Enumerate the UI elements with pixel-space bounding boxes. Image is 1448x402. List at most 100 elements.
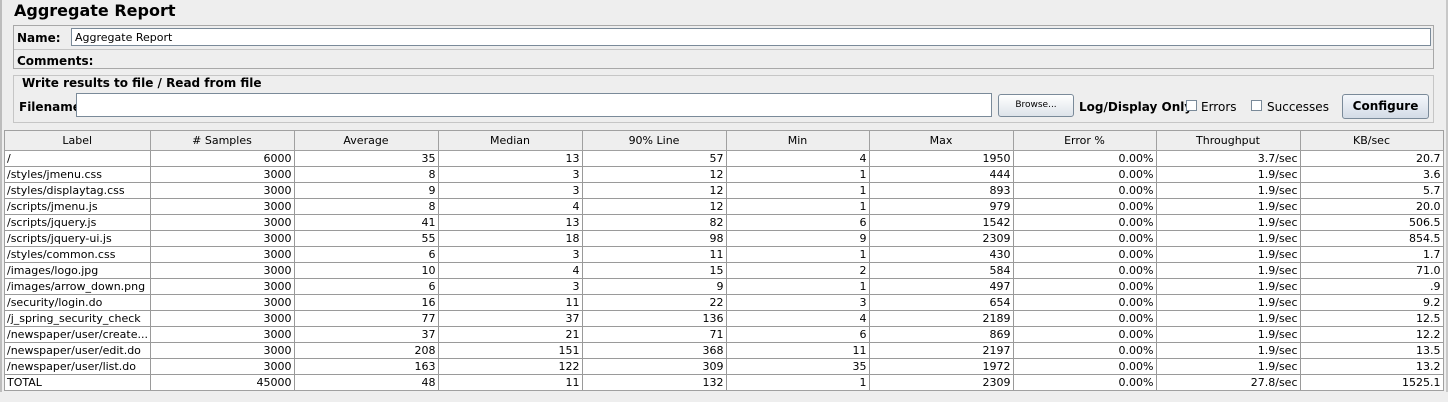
table-cell: 3000 (150, 310, 295, 327)
errors-checkbox[interactable] (1186, 100, 1197, 111)
table-cell: 0.00% (1013, 262, 1157, 279)
table-cell: 654 (869, 294, 1014, 311)
table-cell: 1972 (869, 358, 1014, 375)
table-cell: 1.9/sec (1156, 182, 1301, 199)
table-cell: 12 (582, 182, 727, 199)
table-row[interactable]: /styles/jmenu.css 3000 8 3 12 1 444 0.00% 1.9/se… (5, 166, 1443, 183)
table-row[interactable]: TOTAL 45000 48 11 132 1 2309 0.00% 27.8/sec 1525.… (5, 374, 1443, 390)
table-cell: 13 (438, 214, 583, 231)
table-cell: 0.00% (1013, 166, 1157, 183)
table-cell: 35 (726, 358, 870, 375)
table-cell: 0.00% (1013, 198, 1157, 215)
table-row[interactable]: /images/logo.jpg 3000 10 4 15 2 584 0.00% 1.9/se… (5, 262, 1443, 279)
successes-checkbox[interactable] (1251, 100, 1262, 111)
table-cell: 0.00% (1013, 150, 1157, 167)
table-cell: 16 (294, 294, 439, 311)
table-cell: 3000 (150, 230, 295, 247)
browse-button[interactable]: Browse... (998, 94, 1074, 117)
column-header[interactable]: KB/sec (1300, 131, 1443, 151)
table-cell: 2197 (869, 342, 1014, 359)
table-cell: 0.00% (1013, 182, 1157, 199)
table-cell: 9 (726, 230, 870, 247)
configure-button[interactable]: Configure (1342, 94, 1429, 119)
table-row[interactable]: /styles/displaytag.css 3000 9 3 12 1 893 0.00% 1… (5, 182, 1443, 199)
table-cell: 1.9/sec (1156, 246, 1301, 263)
table-cell: 22 (582, 294, 727, 311)
column-header[interactable]: # Samples (150, 131, 295, 151)
table-cell: 0.00% (1013, 246, 1157, 263)
table-cell: 77 (294, 310, 439, 327)
table-cell: 11 (582, 246, 727, 263)
table-row[interactable]: /scripts/jquery-ui.js 3000 55 18 98 9 2309 0.00… (5, 230, 1443, 247)
table-cell: /styles/displaytag.css (5, 182, 151, 199)
table-row[interactable]: /j_spring_security_check 3000 77 37 136 4 2189… (5, 310, 1443, 327)
column-header[interactable]: Throughput (1156, 131, 1301, 151)
table-cell: .9 (1300, 278, 1443, 295)
table-row[interactable]: /scripts/jmenu.js 3000 8 4 12 1 979 0.00% 1.9/se… (5, 198, 1443, 215)
table-cell: 27.8/sec (1156, 374, 1301, 390)
footer-strip (0, 392, 1448, 402)
table-cell: 6 (294, 278, 439, 295)
table-cell: 1.9/sec (1156, 166, 1301, 183)
table-cell: 1542 (869, 214, 1014, 231)
table-cell: 0.00% (1013, 342, 1157, 359)
table-row[interactable]: /6000 35 13 57 4 1950 0.00% 3.7/sec 20.7 (5, 150, 1443, 167)
table-cell: 9 (294, 182, 439, 199)
table-cell: 497 (869, 278, 1014, 295)
table-cell: 6 (726, 214, 870, 231)
column-header[interactable]: Label (5, 131, 151, 151)
table-cell: 4 (726, 150, 870, 167)
table-row[interactable]: /newspaper/user/create... 3000 37 21 71 6 869 0… (5, 326, 1443, 343)
column-header[interactable]: Median (438, 131, 583, 151)
table-cell: 1950 (869, 150, 1014, 167)
table-cell: /newspaper/user/list.do (5, 358, 151, 375)
table-cell: TOTAL (5, 374, 151, 390)
table-cell: 82 (582, 214, 727, 231)
column-header[interactable]: Min (726, 131, 870, 151)
name-input[interactable] (71, 28, 1431, 46)
table-cell: 1.9/sec (1156, 310, 1301, 327)
table-row[interactable]: /newspaper/user/list.do 3000 163 122 309 35 19… (5, 358, 1443, 375)
table-cell: 8 (294, 166, 439, 183)
table-cell: 893 (869, 182, 1014, 199)
filename-input[interactable] (76, 93, 992, 117)
table-cell: 48 (294, 374, 439, 390)
column-header[interactable]: Error % (1013, 131, 1157, 151)
table-cell: 1.9/sec (1156, 358, 1301, 375)
table-cell: /scripts/jquery-ui.js (5, 230, 151, 247)
table-row[interactable]: /images/arrow_down.png 3000 6 3 9 1 497 0.00% 1.… (5, 278, 1443, 295)
table-cell: 18 (438, 230, 583, 247)
table-cell: 151 (438, 342, 583, 359)
table-cell: /newspaper/user/create... (5, 326, 151, 343)
table-cell: 13.2 (1300, 358, 1443, 375)
column-header[interactable]: Average (294, 131, 439, 151)
table-cell: 0.00% (1013, 294, 1157, 311)
table-cell: /scripts/jmenu.js (5, 198, 151, 215)
table-cell: 1 (726, 182, 870, 199)
table-cell: 1 (726, 198, 870, 215)
table-cell: 71.0 (1300, 262, 1443, 279)
table-cell: /styles/common.css (5, 246, 151, 263)
table-row[interactable]: /newspaper/user/edit.do 3000 208 151 368 11 21… (5, 342, 1443, 359)
table-cell: 3 (438, 182, 583, 199)
table-cell: 9 (582, 278, 727, 295)
table-cell: 3000 (150, 214, 295, 231)
window-left-edge (0, 0, 2, 402)
column-header[interactable]: Max (869, 131, 1014, 151)
table-cell: 1.9/sec (1156, 230, 1301, 247)
table-cell: 9.2 (1300, 294, 1443, 311)
table-row[interactable]: /security/login.do 3000 16 11 22 3 654 0.00% 1.9… (5, 294, 1443, 311)
table-cell: 1.9/sec (1156, 262, 1301, 279)
table-cell: 21 (438, 326, 583, 343)
table-cell: 368 (582, 342, 727, 359)
table-cell: 2189 (869, 310, 1014, 327)
table-cell: 3 (438, 246, 583, 263)
table-cell: 3000 (150, 182, 295, 199)
table-row[interactable]: /styles/common.css 3000 6 3 11 1 430 0.00% 1.9/s… (5, 246, 1443, 263)
table-cell: / (5, 150, 151, 167)
table-cell: /styles/jmenu.css (5, 166, 151, 183)
table-cell: 12 (582, 198, 727, 215)
table-cell: 0.00% (1013, 278, 1157, 295)
column-header[interactable]: 90% Line (582, 131, 727, 151)
table-row[interactable]: /scripts/jquery.js 3000 41 13 82 6 1542 0.00% 1.… (5, 214, 1443, 231)
